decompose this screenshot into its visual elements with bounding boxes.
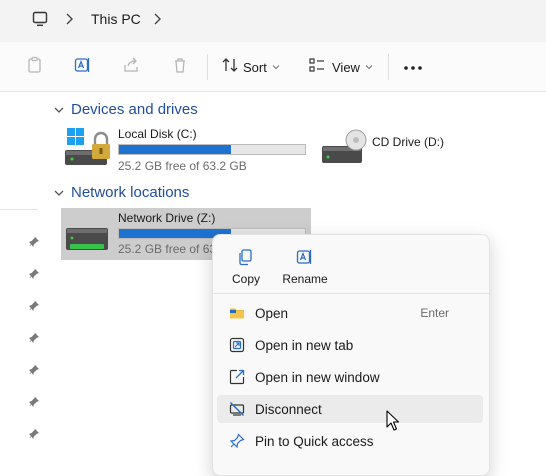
group-title: Devices and drives xyxy=(71,101,198,118)
rename-icon xyxy=(74,56,92,79)
pin-icon[interactable] xyxy=(28,331,40,343)
menu-item-disconnect[interactable]: Disconnect xyxy=(217,395,483,423)
view-icon xyxy=(308,56,326,79)
share-button[interactable] xyxy=(122,52,140,82)
menu-separator xyxy=(213,293,489,294)
paste-button[interactable] xyxy=(26,52,44,82)
drive-name: CD Drive (D:) xyxy=(372,135,444,149)
menu-item-label: Open in new tab xyxy=(255,337,354,353)
share-icon xyxy=(122,56,140,79)
nav-pane-divider xyxy=(0,209,38,210)
pin-icon[interactable] xyxy=(28,299,40,311)
pin-icon xyxy=(229,433,245,449)
drive-name: Network Drive (Z:) xyxy=(118,211,216,225)
menu-item-open-new-tab[interactable]: Open in new tab xyxy=(217,331,483,359)
rename-toolbar-button[interactable] xyxy=(74,52,92,82)
chevron-down-icon xyxy=(54,107,64,113)
pin-icon[interactable] xyxy=(28,363,40,375)
folder-icon xyxy=(230,308,244,319)
local-disk-icon xyxy=(65,128,110,165)
new-tab-icon xyxy=(229,337,245,353)
drive-usage-bar xyxy=(118,144,306,155)
drive-free-space: 25.2 GB free of 63.2 GB xyxy=(118,159,247,173)
menu-item-label: Open xyxy=(255,305,289,321)
see-more-button[interactable] xyxy=(403,52,423,82)
copy-button[interactable]: Copy xyxy=(216,243,276,293)
pin-icon[interactable] xyxy=(28,267,40,279)
toolbar-separator xyxy=(207,54,208,80)
menu-item-open-new-window[interactable]: Open in new window xyxy=(217,363,483,391)
breadcrumb-label: This PC xyxy=(91,11,141,27)
rename-label: Rename xyxy=(282,272,328,286)
disconnect-icon xyxy=(229,402,245,416)
mouse-cursor-icon xyxy=(386,410,400,431)
view-label: View xyxy=(332,59,360,75)
chevron-down-icon xyxy=(272,58,280,76)
drive-name: Local Disk (C:) xyxy=(118,127,197,141)
drive-local-disk-c[interactable]: Local Disk (C:) 25.2 GB free of 63.2 GB xyxy=(62,124,312,174)
chevron-down-icon xyxy=(365,58,373,76)
menu-item-open[interactable]: Open Enter xyxy=(217,299,483,327)
breadcrumb-separator-icon[interactable] xyxy=(64,13,74,25)
drive-usage-fill xyxy=(119,145,231,154)
network-drive-icon xyxy=(66,228,108,250)
devices-group-header[interactable]: Devices and drives xyxy=(54,101,198,118)
menu-item-label: Disconnect xyxy=(255,401,322,417)
rename-icon xyxy=(296,250,312,264)
pin-icon[interactable] xyxy=(28,427,40,439)
menu-item-label: Open in new window xyxy=(255,369,380,385)
chevron-down-icon xyxy=(54,190,64,196)
pin-icon[interactable] xyxy=(28,235,40,247)
new-window-icon xyxy=(229,369,245,385)
trash-icon xyxy=(171,56,189,79)
context-menu: Copy Rename Open Enter Open in new tab O… xyxy=(212,234,490,476)
copy-icon xyxy=(239,249,252,266)
breadcrumb-this-pc[interactable]: This PC xyxy=(91,11,141,27)
command-bar: Sort View xyxy=(0,42,546,92)
drive-cd-d[interactable]: CD Drive (D:) xyxy=(320,124,490,168)
pin-icon[interactable] xyxy=(28,395,40,407)
sort-icon xyxy=(221,56,239,79)
computer-icon[interactable] xyxy=(32,11,48,27)
cd-drive-icon xyxy=(322,129,367,163)
breadcrumb-chevron-icon[interactable] xyxy=(152,13,162,25)
paste-icon xyxy=(26,56,44,79)
rename-button[interactable]: Rename xyxy=(275,243,335,293)
copy-label: Copy xyxy=(231,272,260,286)
network-group-header[interactable]: Network locations xyxy=(54,184,189,201)
group-title: Network locations xyxy=(71,184,190,201)
delete-button[interactable] xyxy=(171,52,189,82)
address-bar: This PC xyxy=(0,0,546,42)
sort-button[interactable]: Sort xyxy=(221,52,280,82)
menu-item-shortcut: Enter xyxy=(420,306,449,320)
view-button[interactable]: View xyxy=(308,52,373,82)
menu-item-label: Pin to Quick access xyxy=(255,433,374,449)
menu-item-pin-quick-access[interactable]: Pin to Quick access xyxy=(217,427,483,455)
toolbar-separator xyxy=(388,54,389,80)
sort-label: Sort xyxy=(243,59,267,75)
more-options-icon xyxy=(403,58,423,76)
